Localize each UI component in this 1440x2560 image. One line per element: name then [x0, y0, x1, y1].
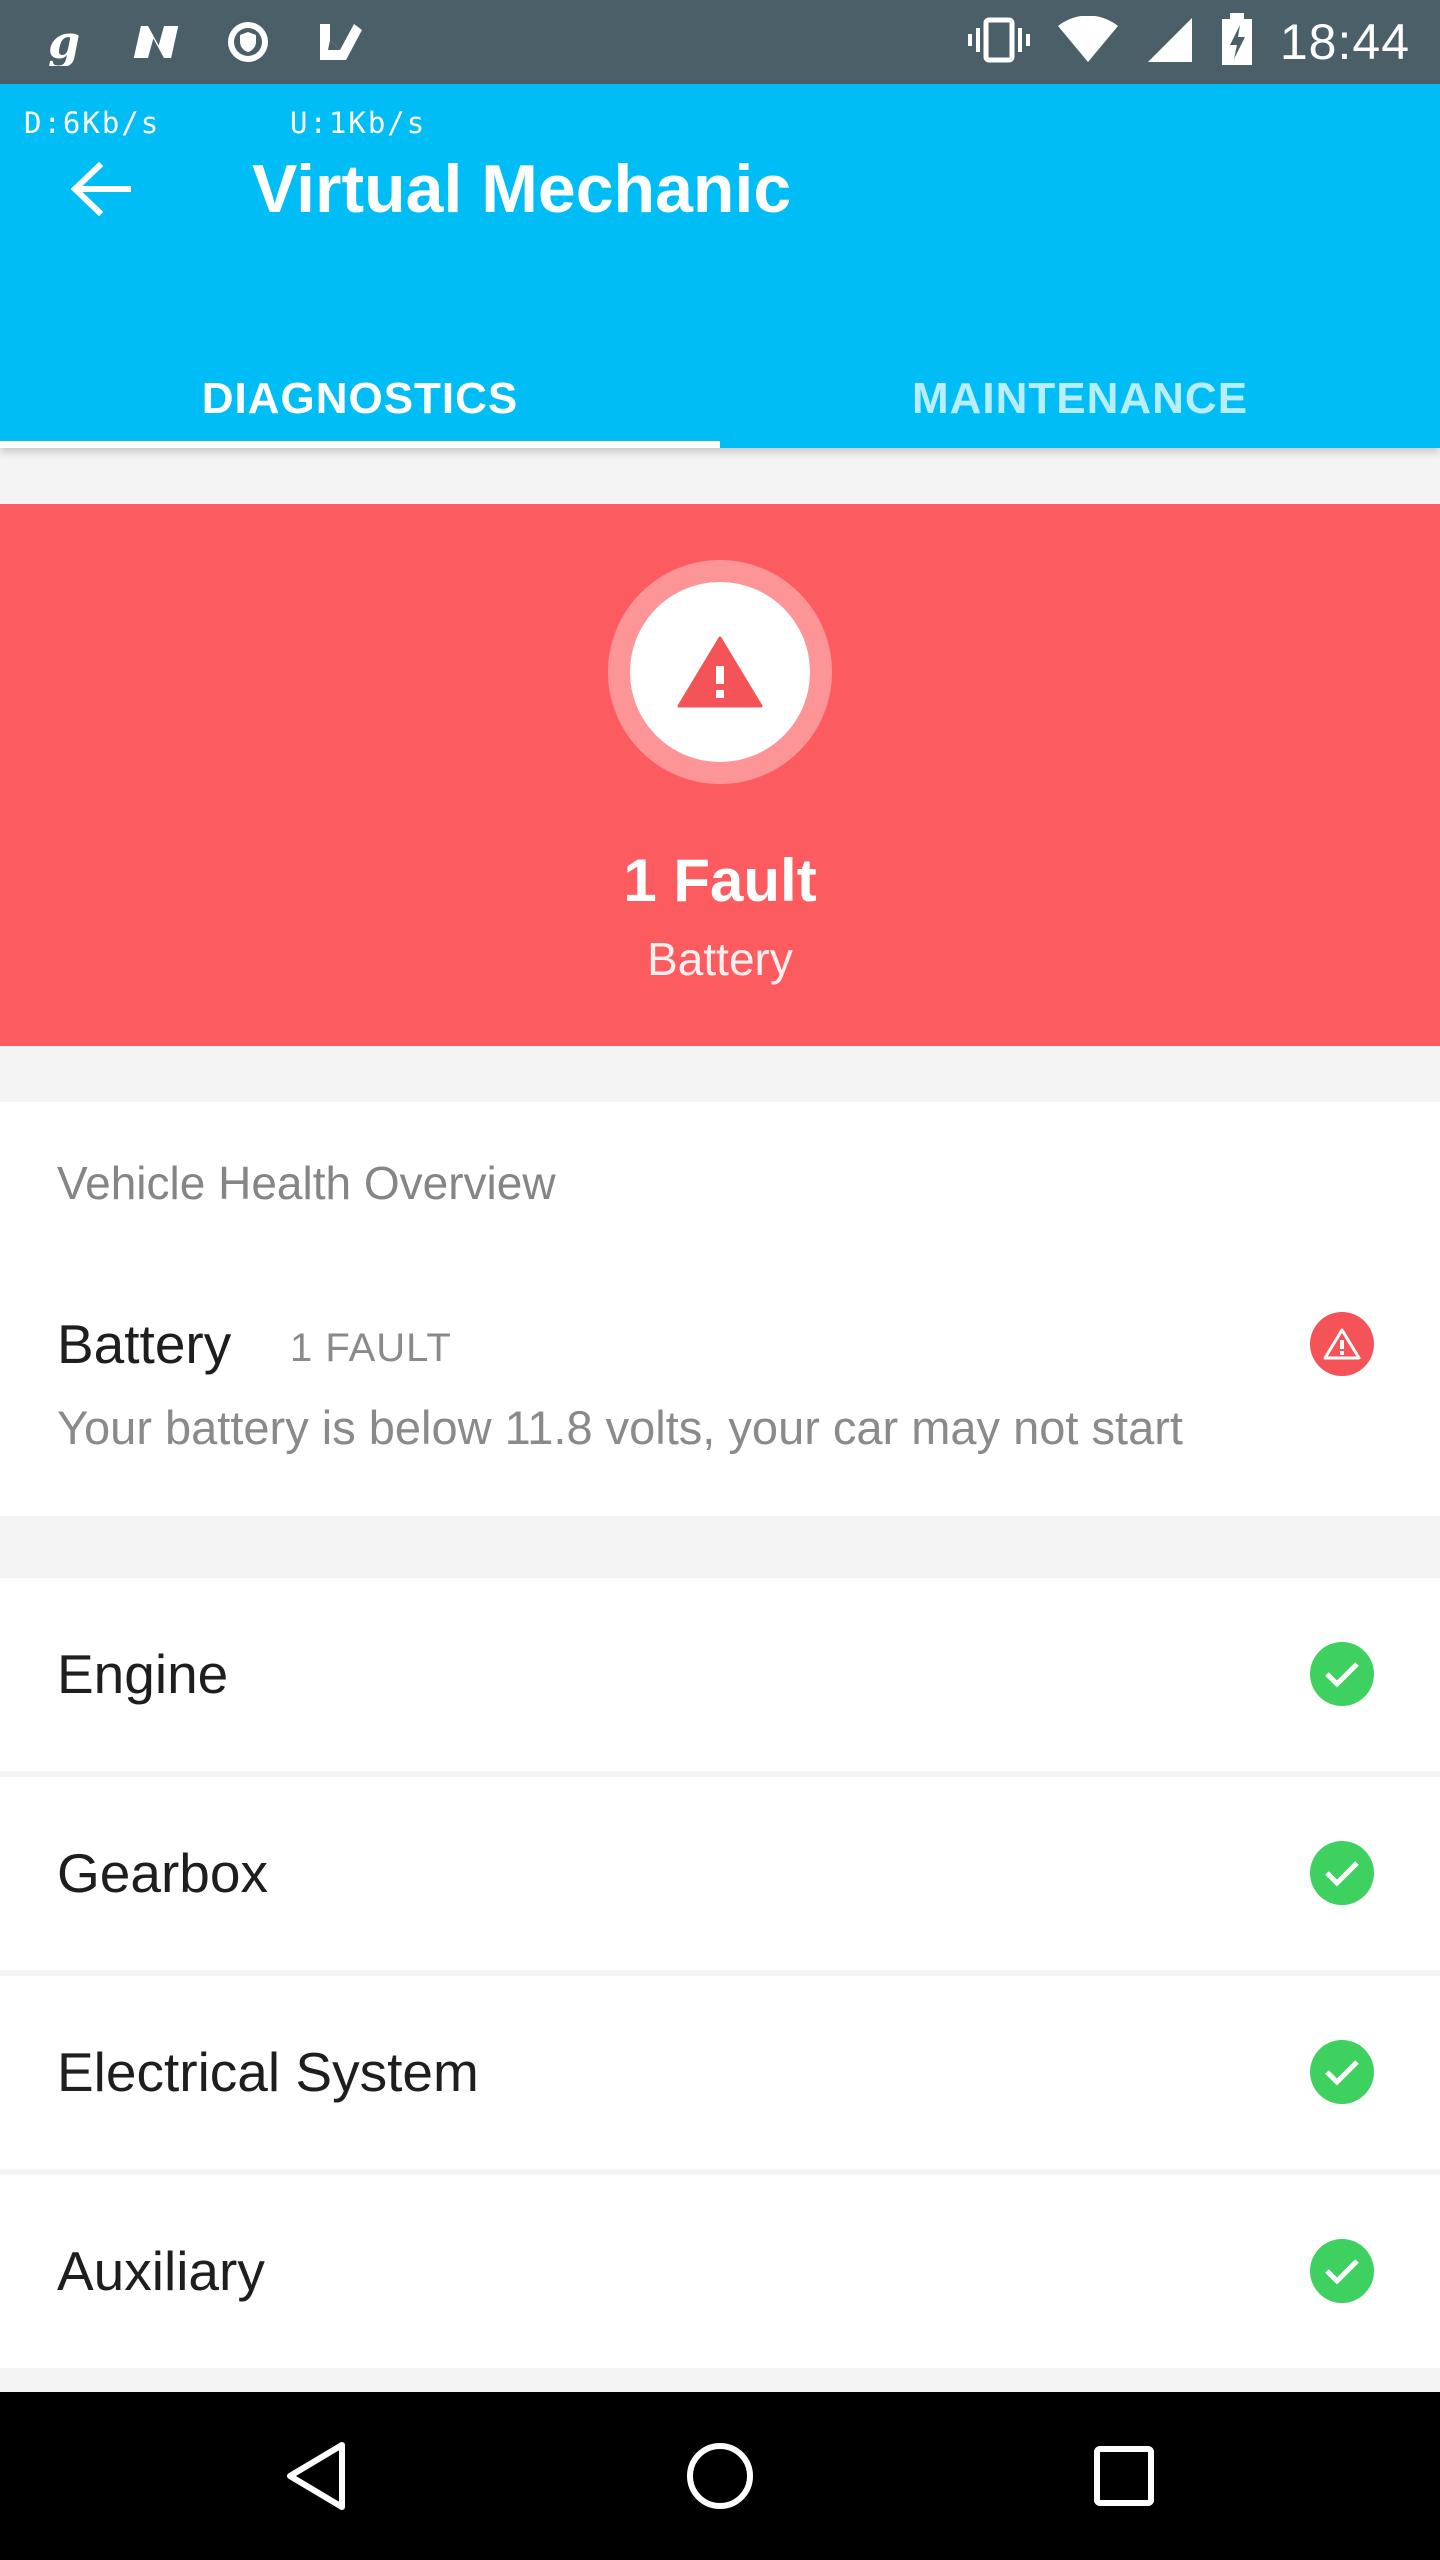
- system-label: Engine: [57, 1643, 229, 1705]
- fault-banner: 1 Fault Battery: [0, 504, 1440, 1046]
- warning-icon: [1310, 1312, 1374, 1376]
- system-row-electrical-system[interactable]: Electrical System: [0, 1976, 1440, 2169]
- g-notification-icon: g: [40, 18, 88, 66]
- system-label: Gearbox: [57, 1842, 268, 1904]
- system-icons: 18:44: [967, 10, 1410, 74]
- fault-item-title: Battery: [57, 1313, 232, 1375]
- status-bar: g 18:44: [0, 0, 1440, 84]
- app-bar: D:6Kb/s U:1Kb/s Virtual Mechanic DIAGNOS…: [0, 84, 1440, 448]
- fault-item-badge: 1 FAULT: [290, 1326, 452, 1370]
- check-icon: [1310, 1642, 1374, 1706]
- system-label: Electrical System: [57, 2041, 479, 2103]
- fault-icon-circle: [630, 582, 810, 762]
- check-icon: [1310, 1841, 1374, 1905]
- system-label: Auxiliary: [57, 2240, 265, 2302]
- wifi-icon: [1056, 15, 1120, 69]
- tab-bar: DIAGNOSTICS MAINTENANCE: [0, 364, 1440, 448]
- fault-system: Battery: [647, 933, 793, 985]
- back-nav-button[interactable]: [266, 2426, 366, 2526]
- page-title: Virtual Mechanic: [252, 151, 792, 227]
- home-nav-icon: [687, 2443, 753, 2509]
- svg-text:g: g: [48, 18, 80, 66]
- vehicle-health-overview: Vehicle Health Overview Battery 1 FAULT …: [0, 1102, 1440, 1516]
- system-row-auxiliary[interactable]: Auxiliary: [0, 2175, 1440, 2368]
- fault-item-description: Your battery is below 11.8 volts, your c…: [57, 1401, 1183, 1454]
- fault-icon-ring: [608, 560, 832, 784]
- arrow-back-icon: [71, 162, 131, 216]
- back-button[interactable]: [56, 144, 146, 234]
- battery-charging-icon: [1220, 12, 1254, 72]
- tab-maintenance[interactable]: MAINTENANCE: [720, 364, 1440, 448]
- upload-speed: U:1Kb/s: [290, 106, 427, 140]
- checkmark-notification-icon: [316, 18, 364, 66]
- shield-notification-icon: [224, 18, 272, 66]
- system-row-gearbox[interactable]: Gearbox: [0, 1777, 1440, 1970]
- signal-icon: [1146, 16, 1194, 69]
- tab-indicator: [0, 441, 720, 448]
- fault-count: 1 Fault: [623, 847, 817, 914]
- download-speed: D:6Kb/s: [24, 106, 161, 140]
- navigation-bar: [0, 2392, 1440, 2560]
- n-notification-icon: [132, 18, 180, 66]
- recents-nav-button[interactable]: [1074, 2426, 1174, 2526]
- warning-icon: [677, 636, 763, 708]
- notification-icons: g: [40, 10, 364, 74]
- system-row-engine[interactable]: Engine: [0, 1578, 1440, 1771]
- vibrate-icon: [967, 16, 1030, 69]
- clock: 18:44: [1279, 14, 1410, 70]
- check-icon: [1310, 2239, 1374, 2303]
- section-heading: Vehicle Health Overview: [57, 1157, 556, 1209]
- tab-diagnostics[interactable]: DIAGNOSTICS: [0, 364, 720, 448]
- recents-nav-icon: [1094, 2446, 1154, 2506]
- home-nav-button[interactable]: [670, 2426, 770, 2526]
- check-icon: [1310, 2040, 1374, 2104]
- back-nav-icon: [287, 2442, 345, 2510]
